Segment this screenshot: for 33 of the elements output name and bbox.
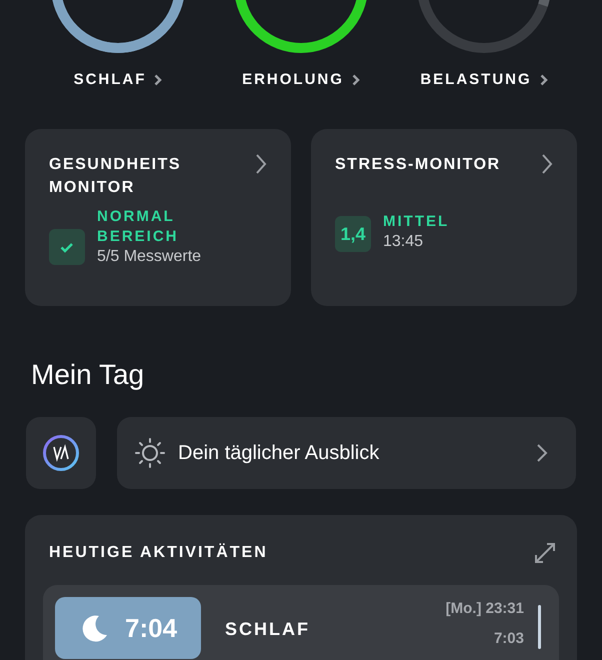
chevron-icon	[541, 153, 553, 175]
stress-badge: 1,4	[335, 216, 371, 252]
logo-icon	[42, 434, 80, 472]
chevron-icon	[154, 74, 162, 86]
detail-text: 13:45	[383, 232, 424, 252]
chevron-icon	[536, 443, 548, 463]
check-icon	[60, 242, 74, 252]
start-time: [Mo.] 23:31	[446, 600, 524, 618]
card-title: STRESS-MONITOR	[335, 155, 502, 175]
outlook-label: Dein täglicher Ausblick	[178, 441, 380, 466]
end-time: 7:03	[494, 630, 524, 648]
expand-icon[interactable]	[533, 541, 557, 565]
ring-link[interactable]: BELASTUNG	[420, 69, 548, 92]
card-title: HEUTIGE AKTIVITÄTEN	[49, 542, 268, 563]
section-heading: Mein Tag	[30, 358, 146, 392]
ring-link[interactable]: SCHLAF	[74, 69, 162, 92]
timeline-bar	[538, 605, 541, 649]
chevron-icon	[352, 74, 360, 86]
duration-text: 7:04	[125, 612, 178, 644]
monitor-card[interactable]: STRESS-MONITOR 1,4 MITTEL 13:45	[311, 129, 577, 306]
sun-icon	[135, 438, 165, 468]
ring-link[interactable]: ERHOLUNG	[242, 69, 360, 92]
monitor-card[interactable]: GESUNDHEITS MONITOR NORMAL BEREICH 5/5 Messwerte	[25, 129, 291, 306]
status-text: NORMAL BEREICH	[97, 207, 180, 247]
card-title: GESUNDHEITS MONITOR	[49, 155, 182, 198]
outlook-button[interactable]: Dein täglicher Ausblick	[117, 417, 576, 489]
activity-name: SCHLAF	[225, 618, 311, 641]
app-logo-button[interactable]	[26, 417, 96, 489]
activity-row[interactable]: 7:04 SCHLAF [Mo.] 23:31 7:03	[43, 585, 559, 660]
detail-text: 5/5 Messwerte	[97, 247, 202, 267]
status-text: MITTEL	[383, 212, 450, 232]
chevron-icon	[255, 153, 267, 175]
chevron-icon	[540, 74, 548, 86]
